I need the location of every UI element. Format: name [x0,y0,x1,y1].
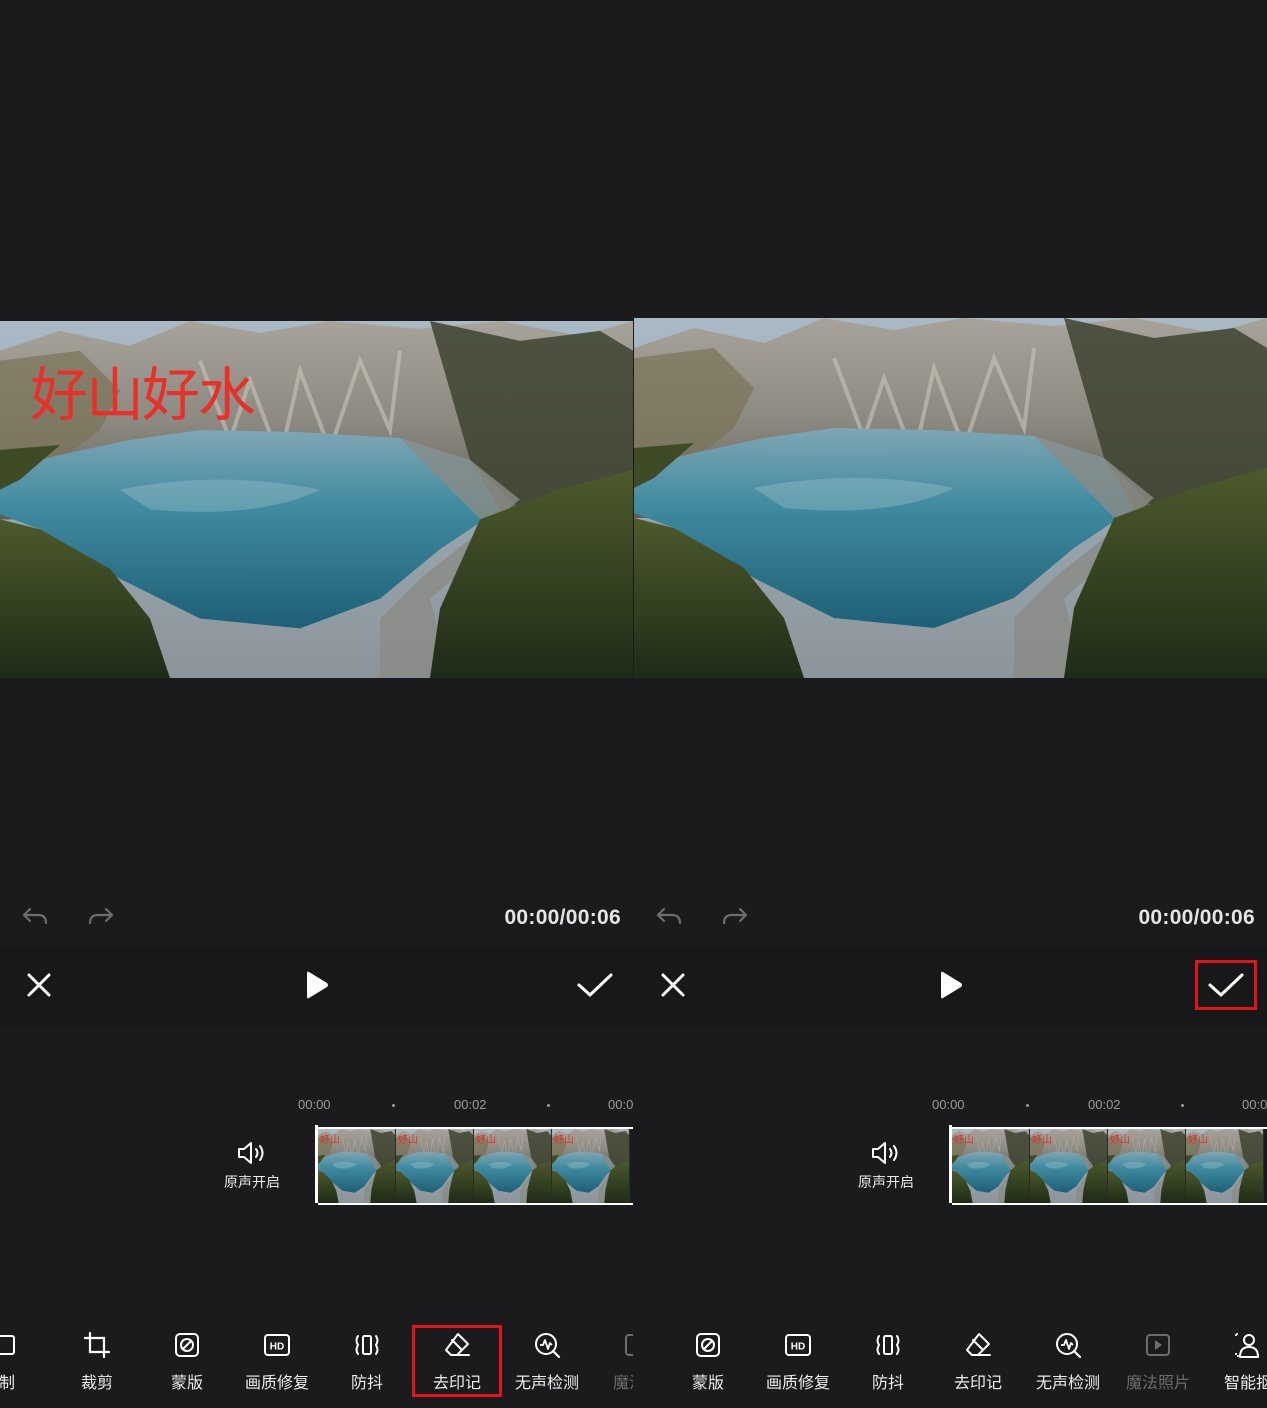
confirm-check-icon [1208,973,1244,997]
tool-silence-detect[interactable]: 无声检测 [502,1325,592,1397]
svg-text:HD: HD [270,1342,284,1353]
speaker-icon [872,1142,898,1164]
redo-icon[interactable] [86,900,116,930]
tool-mask[interactable]: 蒙版 [663,1325,753,1397]
ruler-dot [1181,1104,1184,1107]
waveform-search-icon [1056,1333,1082,1359]
tool-stabilize[interactable]: 防抖 [843,1325,933,1397]
redo-icon[interactable] [720,900,750,930]
tool-remove-watermark[interactable]: 去印记 [933,1325,1023,1397]
close-icon[interactable] [22,968,56,1002]
tool-quality-repair[interactable]: HD 画质修复 [753,1325,843,1397]
tool-remove-watermark[interactable]: 去印记 [412,1325,502,1397]
video-preview [634,318,1267,678]
hd-icon: HD [264,1334,290,1356]
video-track[interactable]: 好山 好山 好山 好山 [949,1125,1267,1205]
original-audio-toggle[interactable]: 原声开启 [850,1140,922,1192]
video-track[interactable]: 好山 好山 好山 好山 [315,1125,633,1205]
audio-label: 原声开启 [224,1175,280,1191]
tool-crop[interactable]: 裁剪 [52,1325,142,1397]
tool-silence-detect[interactable]: 无声检测 [1023,1325,1113,1397]
ruler-tick-label: 00:0 [1242,1097,1267,1112]
tool-stabilize[interactable]: 防抖 [322,1325,412,1397]
ruler-tick-label: 00:02 [454,1097,487,1112]
play-icon[interactable] [299,968,333,1002]
copy-icon [0,1335,15,1355]
hd-icon: HD [785,1334,811,1356]
stabilize-icon [876,1335,900,1355]
confirm-button-highlighted[interactable] [1195,960,1257,1010]
waveform-search-icon [535,1333,561,1359]
clip-thumbnail: 好山 [318,1129,396,1203]
clip-thumbnail: 好山 [474,1129,552,1203]
tool-strip: 制 裁剪 蒙版 HD 画质修复 防抖 去印记 无声检测 魔法照 [0,1325,633,1397]
mask-icon [696,1333,720,1357]
lake-landscape-image [634,318,1267,678]
tool-smart-cutout[interactable]: 智能抠 [1203,1325,1267,1397]
confirm-check-icon[interactable] [575,968,615,1002]
ruler-dot [1026,1104,1029,1107]
crop-icon [83,1331,111,1359]
clip-thumbnail: 好山 [952,1129,1030,1203]
timeline-ruler: 00:00 00:02 00:0 [932,1097,1267,1117]
clip-thumbnail: 好山 [552,1129,630,1203]
tool-copy[interactable]: 制 [0,1325,52,1397]
clip-thumbnail: 好山 [1030,1129,1108,1203]
magic-photo-icon [625,1334,633,1356]
history-controls [20,900,116,930]
original-audio-toggle[interactable]: 原声开启 [216,1140,288,1192]
clip-thumbnail: 好山 [1186,1129,1264,1203]
history-controls [654,900,750,930]
eraser-icon [966,1333,991,1356]
ruler-dot [547,1104,550,1107]
ruler-tick-label: 00:00 [298,1097,331,1112]
clip-thumbnail: 好山 [396,1129,474,1203]
timecode: 00:00/00:06 [1138,906,1255,929]
timecode: 00:00/00:06 [504,906,621,929]
speaker-icon [238,1142,264,1164]
svg-text:HD: HD [791,1342,805,1353]
ruler-tick-label: 00:02 [1088,1097,1121,1112]
stabilize-icon [355,1335,379,1355]
tool-strip: 蒙版 HD 画质修复 防抖 去印记 无声检测 魔法照片 智能抠 [663,1325,1267,1397]
editor-panel-after: 00:00/00:06 00:00 00:02 00:0 原声开启 好山 好山 … [634,0,1267,1408]
tool-magic-photo[interactable]: 魔法照 [592,1325,633,1397]
eraser-icon [445,1333,470,1356]
play-icon[interactable] [933,968,967,1002]
clip-thumbnail: 好山 [1108,1129,1186,1203]
mask-icon [175,1333,199,1357]
ruler-tick-label: 00:0 [608,1097,633,1112]
timeline-ruler: 00:00 00:02 00:0 [298,1097,633,1117]
editor-panel-before: 好山好水 00:00/00:06 00:00 00:02 00:0 原声开启 好… [0,0,633,1408]
action-bar [634,946,1267,1026]
ruler-tick-label: 00:00 [932,1097,965,1112]
watermark-text: 好山好水 [30,361,256,429]
ruler-dot [392,1104,395,1107]
tool-mask[interactable]: 蒙版 [142,1325,232,1397]
action-bar [0,946,633,1026]
tool-magic-photo[interactable]: 魔法照片 [1113,1325,1203,1397]
magic-photo-icon [1146,1334,1170,1356]
tool-quality-repair[interactable]: HD 画质修复 [232,1325,322,1397]
person-cutout-icon [1235,1333,1259,1358]
audio-label: 原声开启 [858,1175,914,1191]
close-icon[interactable] [656,968,690,1002]
undo-icon[interactable] [654,900,684,930]
undo-icon[interactable] [20,900,50,930]
